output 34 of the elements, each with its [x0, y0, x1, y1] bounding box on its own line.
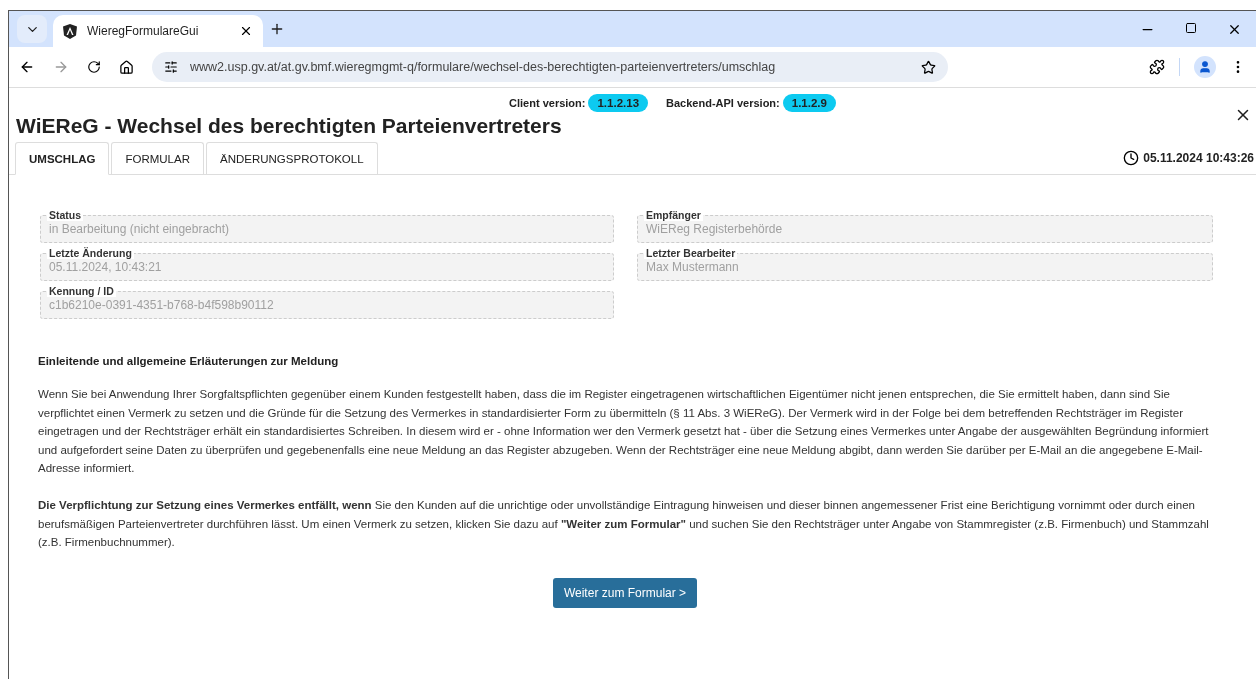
close-icon[interactable] [239, 24, 253, 38]
version-badge: 1.1.2.9 [782, 94, 836, 112]
tab[interactable]: FORMULAR [111, 142, 204, 174]
tab[interactable]: ÄNDERUNGSPROTOKOLL [206, 142, 378, 174]
forward-icon[interactable] [53, 59, 69, 75]
maximize-icon[interactable] [1185, 21, 1197, 34]
page-title: WiEReG - Wechsel des berechtigten Parteienvertreters [16, 114, 562, 138]
reload-icon[interactable] [87, 60, 101, 74]
profile-avatar[interactable] [1194, 56, 1216, 78]
timestamp: 05.11.2024 10:43:26 [1143, 151, 1254, 165]
section-heading: Einleitende und allgemeine Erläuterungen zur Meldung [38, 355, 340, 367]
clock-icon [1123, 150, 1140, 166]
back-icon[interactable] [19, 59, 35, 75]
extensions-icon[interactable] [1149, 59, 1165, 75]
address-bar[interactable]: www2.usp.gv.at/at.gv.bmf.wieregmgmt-q/formulare/wechsel-des-berechtigten-parteienvertreters/umschlag [152, 52, 948, 82]
paragraph: Die Verpflichtung zur Setzung eines Vermerkes entfällt, wenn Sie den Kunden auf die unrichtige oder unvollständige Eintragung hinweisen und dieser binnen angemessener Frist eine Berichtigung vornimmt oder durch einen berufsmäßigen Parteienvertreter durchführen lässt. Um einen Vermerk zu setzen, klicken Sie dazu auf "Weiter zum Formular" und suchen Sie den Rechtsträger unter Angabe von Stammregister (z.B. Firmenbuch) und Stammzahl (z.B. Firmenbuchnummer). [38, 497, 1210, 551]
disabled-field: Empfänger WiEReg Registerbehörde [637, 209, 1213, 243]
home-icon[interactable] [119, 59, 134, 75]
tab[interactable]: UMSCHLAG [15, 142, 110, 175]
new-tab-icon[interactable] [269, 21, 285, 37]
shield-logo-icon [63, 23, 77, 39]
paragraph: Wenn Sie bei Anwendung Ihrer Sorgfaltspflichten gegenüber einem Kunden festgestellt haben, dass die im Register eingetragenen wirtschaftlichen Eigentümer nicht jenen entsprechen, die Sie ermittelt haben, dann sind Sie verpflichtet einen Vermerk zu setzen und die Gründe für die Setzung des Vermerkes in standardisierter Form zu übermitteln (§ 11 Abs. 3 WiEReG). Der Vermerk wird in der Folge bei dem betreffenden Rechtsträger im Register eingetragen und der Rechtsträger erhält ein standardisiertes Schreiben. In diesem wird er - ohne Information wer den Vermerk gesetzt hat - über die Setzung eines Vermerkes unter Angabe der ausgewählten Begründung informiert und aufgefordert seine Daten zu überprüfen und gegebenenfalls eine neue Meldung an das Register abzugeben. Wenn der Rechtsträger eine neue Meldung abgibt, dann werden Sie darüber per E-Mail an die angegebene E-Mail-Adresse informiert. [38, 387, 1210, 477]
browser-tab[interactable]: WieregFormulareGui [53, 15, 263, 47]
star-icon[interactable] [921, 59, 936, 75]
tab-title: WieregFormulareGui [87, 24, 200, 38]
site-settings-icon[interactable] [164, 60, 178, 74]
disabled-field: Letzter Bearbeiter Max Mustermann [637, 247, 1213, 281]
next-button[interactable]: Weiter zum Formular > [552, 577, 698, 608]
version-label: Client version: [509, 97, 586, 109]
disabled-field: Kennung / ID c1b6210e-0391-4351-b768-b4f598b90112 [40, 285, 614, 319]
version-label: Backend-API version: [666, 97, 780, 109]
disabled-field: Status in Bearbeitung (nicht eingebracht) [40, 209, 614, 243]
disabled-field: Letzte Änderung 05.11.2024, 10:43:21 [40, 247, 614, 281]
version-badge: 1.1.2.13 [588, 94, 649, 112]
